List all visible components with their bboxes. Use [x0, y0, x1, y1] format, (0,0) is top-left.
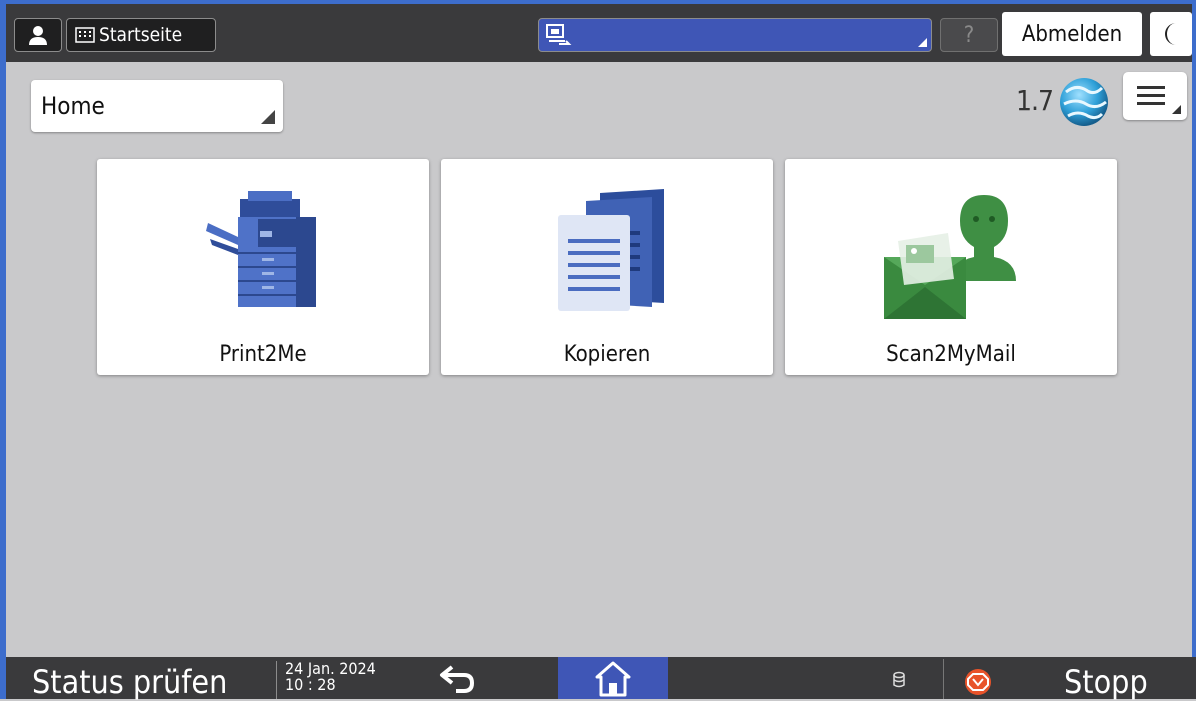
check-status-button[interactable]: Status prüfen	[32, 663, 227, 701]
keypad-icon	[75, 27, 95, 43]
help-button[interactable]: ?	[940, 18, 998, 52]
time-label: 10 : 28	[285, 675, 336, 694]
hamburger-icon	[1137, 86, 1165, 105]
logout-button[interactable]: Abmelden	[1002, 12, 1142, 56]
app-tile-print2me[interactable]: Print2Me	[97, 159, 429, 375]
dropdown-corner-icon	[261, 110, 275, 124]
printer-icon	[206, 191, 316, 307]
energy-saver-button[interactable]	[1150, 12, 1192, 56]
globe-icon[interactable]	[1056, 74, 1112, 134]
stop-icon[interactable]	[964, 668, 992, 700]
date-time-display: 24 Jan. 2024 10 : 28	[276, 661, 386, 699]
app-tile-scan2mymail[interactable]: Scan2MyMail	[785, 159, 1117, 375]
data-storage-icon	[892, 671, 906, 693]
back-button[interactable]	[438, 661, 478, 699]
copy-documents-icon	[558, 189, 664, 311]
expand-corner-icon	[918, 38, 927, 47]
user-icon	[29, 26, 47, 45]
tile-label: Scan2MyMail	[886, 342, 1016, 367]
menu-button[interactable]	[1123, 72, 1187, 120]
menu-corner-icon	[1172, 105, 1181, 114]
system-message-bar[interactable]	[538, 18, 932, 52]
counter-value: 1.7	[1016, 84, 1054, 117]
top-bar: Startseite ? Abmelden	[6, 4, 1192, 62]
help-label: ?	[963, 22, 975, 48]
screen-switch-icon	[545, 23, 573, 51]
tile-label: Print2Me	[219, 342, 307, 367]
startseite-button[interactable]: Startseite	[66, 18, 216, 52]
tile-label: Kopieren	[563, 342, 651, 367]
back-arrow-icon	[440, 665, 475, 693]
home-screen-selector[interactable]: Home	[31, 80, 283, 132]
stop-button[interactable]: Stopp	[1064, 663, 1148, 701]
separator	[943, 659, 944, 699]
startseite-label: Startseite	[99, 24, 183, 46]
bottom-bar: Status prüfen 24 Jan. 2024 10 : 28 Stopp	[6, 657, 1196, 701]
home-icon	[595, 661, 631, 697]
selector-value: Home	[41, 92, 105, 120]
user-button[interactable]	[14, 18, 62, 52]
scan-mail-icon	[884, 195, 1016, 319]
moon-icon	[1165, 23, 1176, 45]
logout-label: Abmelden	[1021, 21, 1123, 47]
app-tile-kopieren[interactable]: Kopieren	[441, 159, 773, 375]
home-nav-button[interactable]	[558, 657, 668, 699]
